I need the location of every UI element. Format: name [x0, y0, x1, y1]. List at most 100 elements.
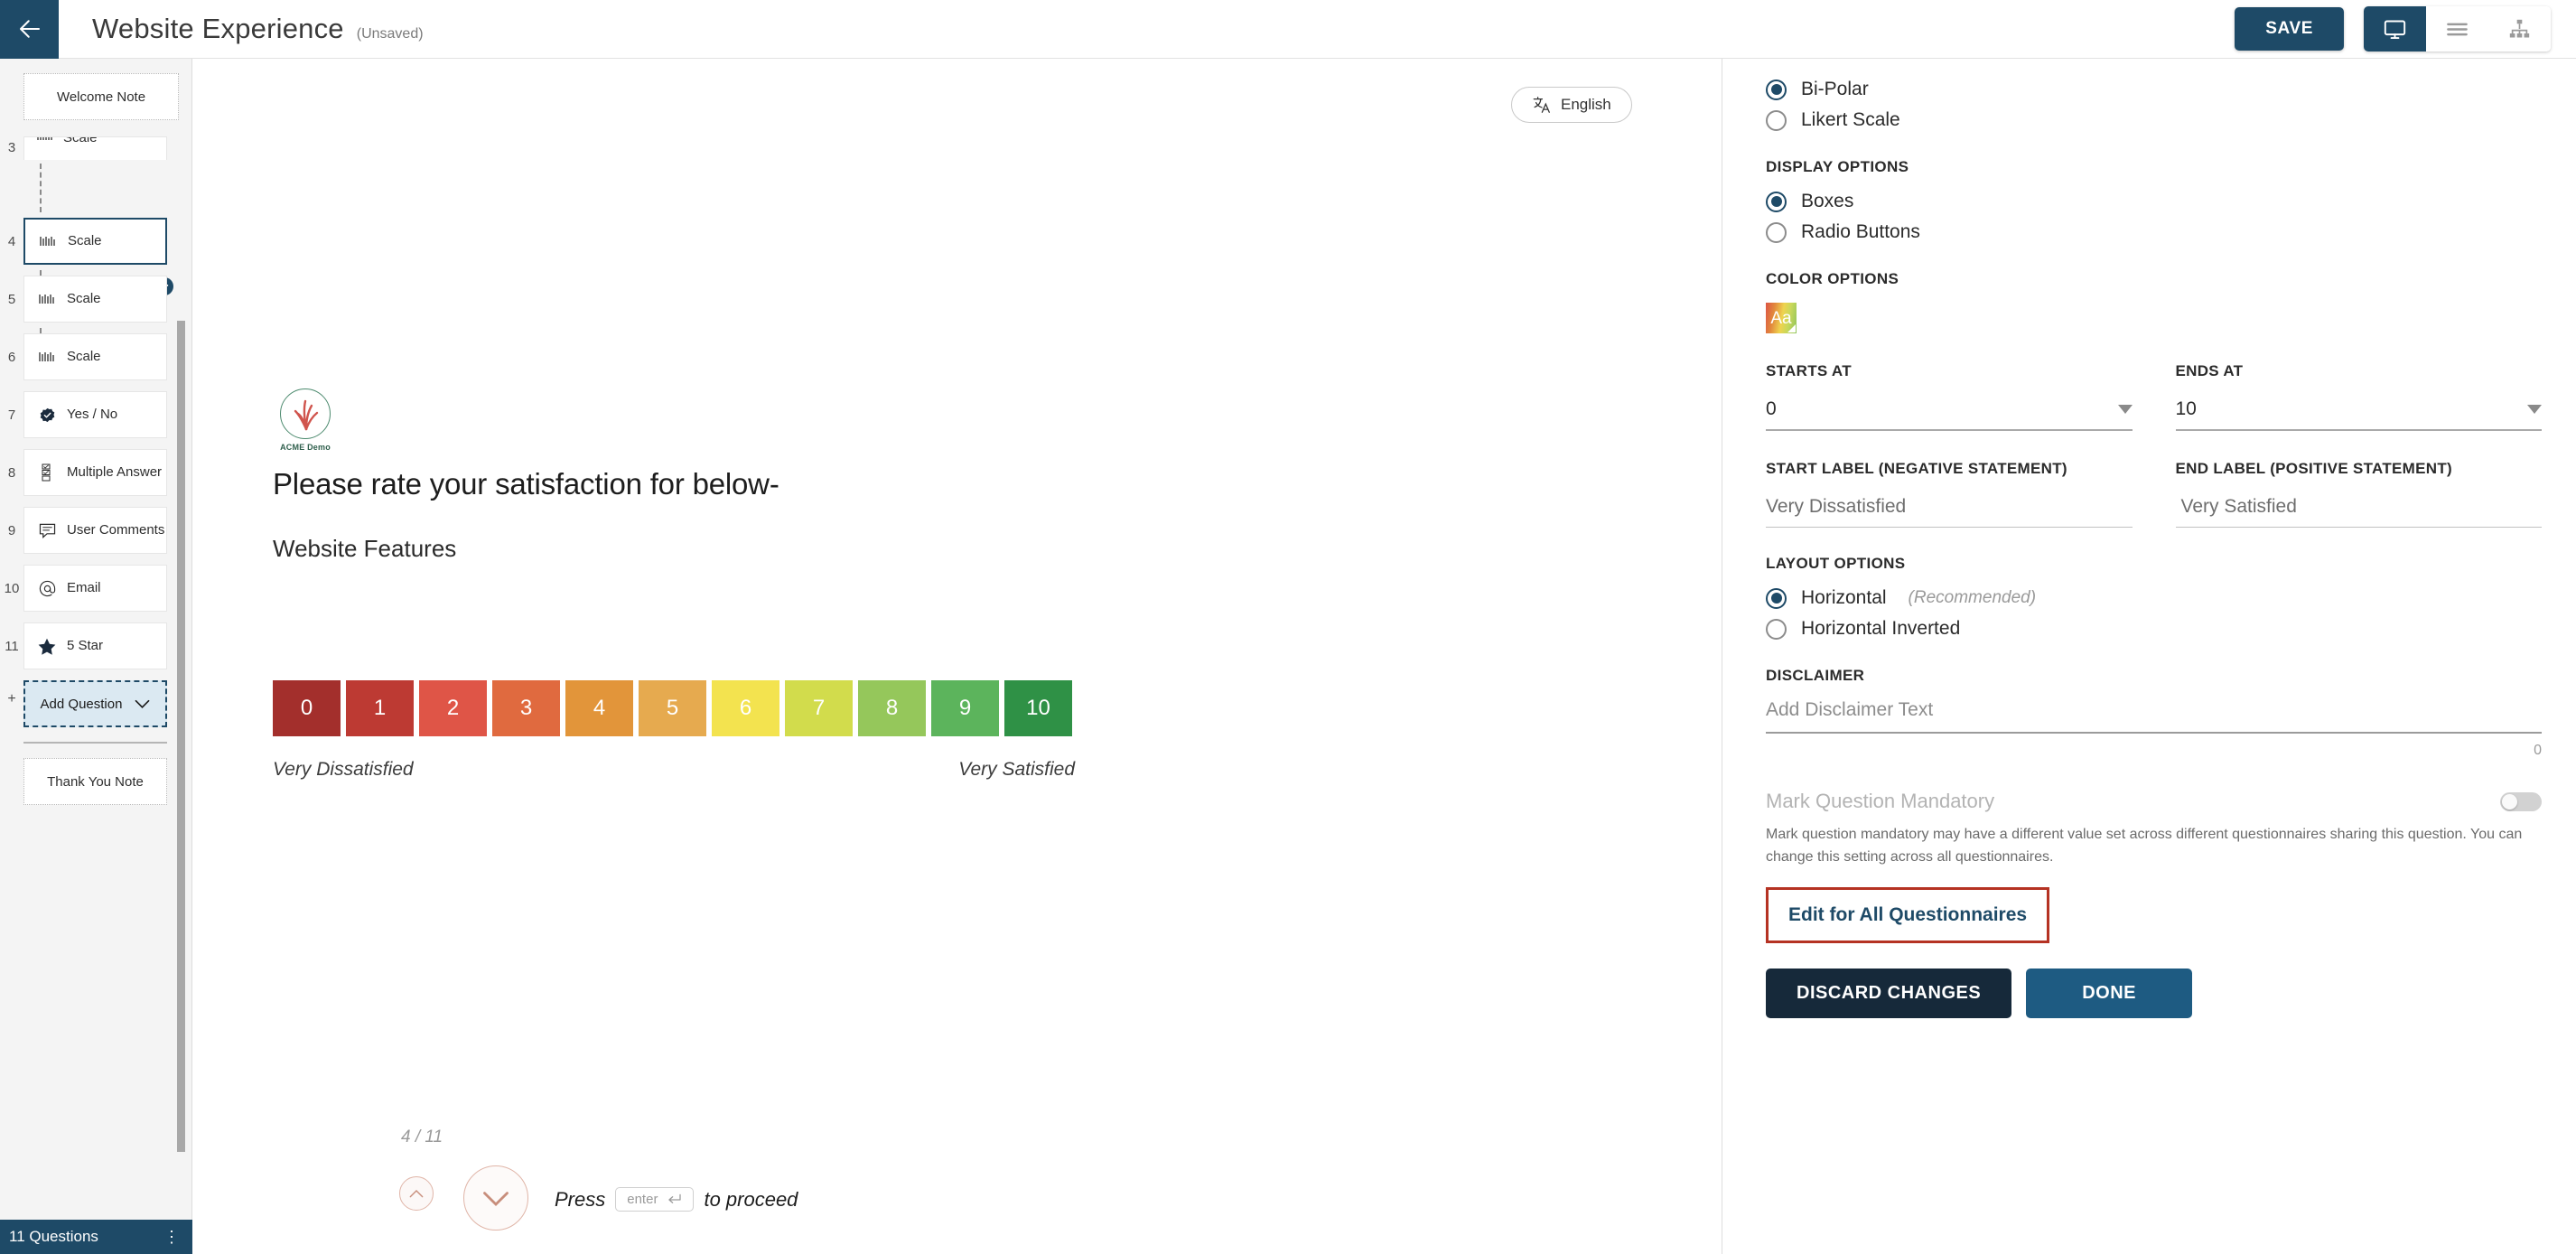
list-item[interactable]: 6 Scale — [0, 328, 191, 386]
list-item[interactable]: 10 Email — [0, 559, 191, 617]
add-question-button[interactable]: Add Question — [23, 680, 167, 727]
list-item-number: 10 — [4, 580, 20, 596]
scale-box-5[interactable]: 5 — [639, 680, 706, 736]
question-sidebar: Welcome Note 3 Scale 4 Scale 5 Scale 6 S… — [0, 59, 192, 1254]
list-item[interactable]: 11 5 Star — [0, 617, 191, 675]
scale-box-label: 0 — [300, 696, 313, 720]
kebab-menu-icon[interactable]: ⋮ — [163, 1229, 180, 1245]
add-question-number: + — [7, 691, 16, 707]
scale-box-7[interactable]: 7 — [785, 680, 853, 736]
scale-box-label: 9 — [958, 696, 972, 720]
sidebar-item-yes-no[interactable]: Yes / No — [23, 391, 167, 438]
thank-you-note-card[interactable]: Thank You Note — [23, 758, 167, 805]
scale-box-10[interactable]: 10 — [1004, 680, 1072, 736]
radio-icon — [1766, 109, 1787, 131]
scale-type-bipolar[interactable]: Bi-Polar — [1766, 79, 2542, 100]
layout-options-heading: LAYOUT OPTIONS — [1766, 555, 1906, 572]
scale-box-3[interactable]: 3 — [492, 680, 560, 736]
scale-box-label: 1 — [373, 696, 387, 720]
list-item[interactable]: 9 User Comments — [0, 501, 191, 559]
back-button[interactable] — [0, 0, 59, 59]
sidebar-item-scale-6[interactable]: Scale — [23, 333, 167, 380]
list-item[interactable]: 4 Scale — [0, 212, 191, 270]
ends-at-label: ENDS AT — [2175, 362, 2244, 379]
start-label-input[interactable]: Very Dissatisfied — [1766, 496, 2133, 528]
chevron-down-icon — [2527, 405, 2542, 414]
layout-option-horizontal[interactable]: Horizontal (Recommended) — [1766, 587, 2542, 609]
sidebar-divider-row — [0, 733, 191, 754]
next-question-button[interactable] — [463, 1165, 528, 1231]
brand-name: ACME Demo — [280, 443, 331, 452]
list-item-label: Yes / No — [67, 407, 118, 423]
list-item-label: 5 Star — [67, 638, 104, 654]
check-badge-icon — [37, 407, 57, 423]
save-button[interactable]: SAVE — [2235, 7, 2344, 51]
list-item-number: 11 — [5, 638, 19, 654]
scale-box-9[interactable]: 9 — [931, 680, 999, 736]
color-swatch-label: Aa — [1770, 308, 1792, 328]
add-question-label: Add Question — [40, 696, 123, 712]
done-button[interactable]: DONE — [2026, 968, 2192, 1018]
list-item[interactable]: 8 Multiple Answer — [0, 444, 191, 501]
option-label: Bi-Polar — [1801, 79, 1869, 99]
list-item[interactable]: 5 Scale — [0, 270, 191, 328]
sidebar-item-scale-5[interactable]: Scale — [23, 276, 167, 323]
list-item-label: Scale — [68, 233, 102, 249]
starts-at-select[interactable]: 0 — [1766, 398, 2133, 431]
scale-box-8[interactable]: 8 — [858, 680, 926, 736]
list-item[interactable]: 7 Yes / No — [0, 386, 191, 444]
ends-at-select[interactable]: 10 — [2175, 398, 2542, 431]
question-pager: 4 / 11 — [401, 1128, 443, 1146]
display-option-radio-buttons[interactable]: Radio Buttons — [1766, 221, 2542, 243]
end-label-heading: END LABEL (POSITIVE STATEMENT) — [2175, 460, 2453, 477]
sidebar-scrollbar[interactable] — [177, 321, 185, 1152]
sidebar-item-scale-4[interactable]: Scale — [23, 218, 167, 265]
option-label: Horizontal Inverted — [1801, 618, 1961, 639]
option-label: Horizontal — [1801, 587, 1887, 608]
scale-type-likert[interactable]: Likert Scale — [1766, 109, 2542, 131]
scale-box-2[interactable]: 2 — [419, 680, 487, 736]
sidebar-scroll-region: 3 Scale 4 Scale 5 Scale 6 Scale 7 Yes / … — [0, 136, 191, 1171]
language-label: English — [1561, 96, 1611, 113]
list-item-card[interactable]: Scale — [23, 136, 167, 160]
list-item-label: User Comments — [67, 522, 165, 538]
display-option-boxes[interactable]: Boxes — [1766, 191, 2542, 212]
add-question-row: + Add Question — [0, 675, 191, 733]
scale-box-1[interactable]: 1 — [346, 680, 414, 736]
star-icon — [37, 638, 57, 655]
page-title: Website Experience — [92, 13, 344, 44]
previous-question-button[interactable] — [399, 1176, 434, 1211]
scale-box-0[interactable]: 0 — [273, 680, 341, 736]
ends-at-group: ENDS AT 10 — [2175, 362, 2542, 431]
scale-box-4[interactable]: 4 — [565, 680, 633, 736]
layout-option-horizontal-inverted[interactable]: Horizontal Inverted — [1766, 618, 2542, 640]
color-palette-swatch[interactable]: Aa — [1766, 303, 1797, 333]
scale-box-label: 6 — [739, 696, 752, 720]
view-tree-button[interactable] — [2488, 6, 2551, 51]
color-options-heading: COLOR OPTIONS — [1766, 270, 1899, 287]
mandatory-toggle[interactable] — [2500, 791, 2542, 811]
discard-changes-button[interactable]: DISCARD CHANGES — [1766, 968, 2012, 1018]
view-list-button[interactable] — [2426, 6, 2488, 51]
top-bar-actions: SAVE — [2235, 6, 2576, 51]
edit-all-questionnaires-link[interactable]: Edit for All Questionnaires — [1788, 904, 2027, 925]
range-fields: STARTS AT 0 ENDS AT 10 — [1766, 362, 2542, 431]
sidebar-item-email[interactable]: Email — [23, 565, 167, 612]
edit-all-questionnaires-highlight[interactable]: Edit for All Questionnaires — [1766, 886, 2050, 943]
thank-you-row: Thank You Note — [0, 754, 191, 812]
end-label-input[interactable]: Very Satisfied — [2175, 496, 2542, 528]
sidebar-item-5-star[interactable]: 5 Star — [23, 622, 167, 669]
radio-icon — [1766, 587, 1787, 609]
scale-box-6[interactable]: 6 — [712, 680, 779, 736]
mandatory-row: Mark Question Mandatory — [1766, 790, 2542, 813]
sidebar-item-user-comments[interactable]: User Comments — [23, 507, 167, 554]
list-item-number: 5 — [7, 291, 16, 307]
view-desktop-button[interactable] — [2364, 6, 2426, 51]
list-item-number: 3 — [7, 140, 16, 155]
press-suffix: to proceed — [704, 1187, 798, 1211]
language-selector[interactable]: English — [1511, 87, 1632, 123]
disclaimer-input[interactable]: Add Disclaimer Text — [1766, 699, 2542, 734]
welcome-note-card[interactable]: Welcome Note — [23, 73, 179, 120]
sidebar-item-multiple-answer[interactable]: Multiple Answer — [23, 449, 167, 496]
list-item-clipped[interactable]: 3 Scale — [0, 136, 191, 164]
